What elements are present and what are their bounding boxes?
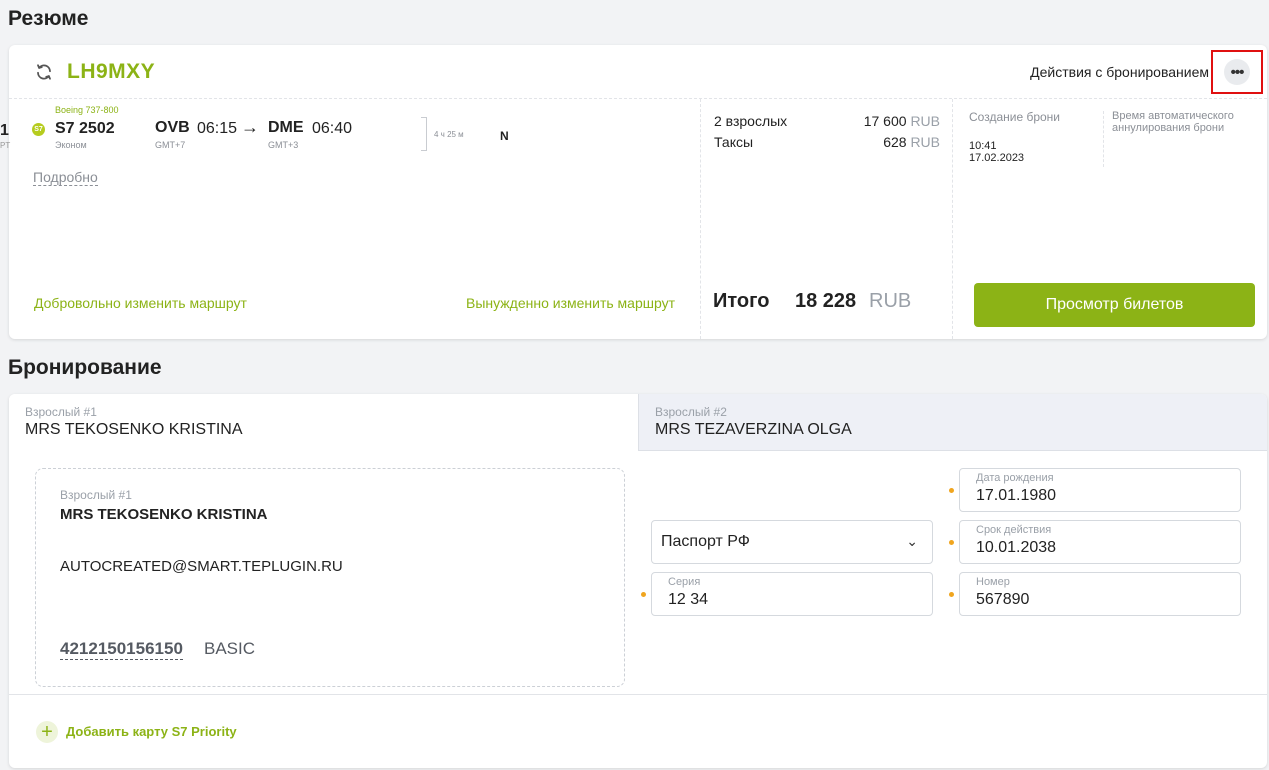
- forced-change-route-link[interactable]: Вынужденно изменить маршрут: [466, 295, 675, 311]
- flight-duration: 4 ч 25 м: [434, 130, 464, 139]
- price-row-taxes: Таксы 628 RUB: [714, 134, 940, 150]
- cabin-class: Эконом: [55, 140, 87, 150]
- birth-date-field[interactable]: Дата рождения 17.01.1980: [959, 468, 1241, 512]
- price-currency: RUB: [910, 134, 940, 150]
- field-value: 17.01.1980: [976, 487, 1057, 504]
- flight-number: S7 2502: [55, 120, 115, 137]
- tab-name: MRS TEKOSENKO KRISTINA: [25, 421, 243, 438]
- duration-bracket: [421, 117, 427, 151]
- field-label: Номер: [976, 576, 1010, 588]
- created-date: 17.02.2023: [969, 152, 1025, 164]
- booking-actions-label: Действия с бронированием: [1030, 64, 1209, 80]
- tab-label: Взрослый #2: [655, 405, 727, 419]
- document-number-field[interactable]: Номер 567890: [959, 572, 1241, 616]
- voluntary-change-route-link[interactable]: Добровольно изменить маршрут: [34, 295, 247, 311]
- autocancel-label: Время автоматического аннулирования брон…: [1112, 110, 1234, 134]
- passenger-label: Взрослый #1: [60, 488, 132, 502]
- arrival-airport: DME: [268, 119, 304, 136]
- passenger-info-box: Взрослый #1 MRS TEKOSENKO KRISTINA AUTOC…: [35, 468, 625, 687]
- passenger-email: AUTOCREATED@SMART.TEPLUGIN.RU: [60, 558, 343, 575]
- created-label: Создание брони: [969, 110, 1061, 124]
- departure-time: 06:15: [197, 120, 238, 137]
- refresh-icon[interactable]: [35, 63, 53, 81]
- fare-class: N: [500, 129, 509, 143]
- divider: [952, 99, 953, 339]
- booking-card: Взрослый #1 MRS TEKOSENKO KRISTINA Взрос…: [9, 394, 1267, 768]
- field-label: Дата рождения: [976, 472, 1054, 484]
- tab-passenger-1[interactable]: Взрослый #1 MRS TEKOSENKO KRISTINA: [9, 394, 638, 451]
- passenger-name: MRS TEKOSENKO KRISTINA: [60, 506, 268, 523]
- add-loyalty-card-button[interactable]: Добавить карту S7 Priority: [66, 724, 237, 739]
- booking-title: Бронирование: [8, 356, 162, 379]
- document-series-field[interactable]: Серия 12 34: [651, 572, 933, 616]
- departure-airport: OVB: [155, 119, 190, 136]
- highlight-box: [1211, 50, 1263, 94]
- departure-timezone: GMT+7: [155, 140, 186, 150]
- booking-pnr: LH9MXY: [67, 60, 156, 83]
- price-label: 2 взрослых: [714, 113, 788, 129]
- document-type-select[interactable]: Паспорт РФ ⌄: [651, 520, 933, 564]
- tab-passenger-2[interactable]: Взрослый #2 MRS TEZAVERZINA OLGA: [638, 394, 1267, 451]
- summary-title: Резюме: [8, 7, 89, 30]
- plus-icon[interactable]: +: [36, 721, 58, 743]
- price-currency: RUB: [910, 113, 940, 129]
- field-value: 12 34: [668, 591, 709, 608]
- divider: [9, 694, 1267, 695]
- loyalty-number-link[interactable]: 4212150156150: [60, 639, 183, 660]
- price-amount: 17 600: [863, 113, 907, 129]
- arrow-right-icon: →: [241, 117, 259, 137]
- total-value: 18 228: [795, 290, 857, 312]
- field-label: Серия: [668, 576, 701, 588]
- field-value: 567890: [976, 591, 1030, 608]
- summary-header: LH9MXY Действия с бронированием •••: [9, 45, 1267, 99]
- previous-segment-partial-sub: PT: [0, 141, 11, 150]
- price-row-adults: 2 взрослых 17 600 RUB: [714, 113, 940, 129]
- field-value: 10.01.2038: [976, 539, 1057, 556]
- required-dot: [641, 592, 646, 597]
- field-label: Срок действия: [976, 524, 1052, 536]
- created-time: 10:41: [969, 140, 997, 152]
- total-currency: RUB: [869, 290, 912, 312]
- chevron-down-icon: ⌄: [906, 533, 918, 549]
- total-label: Итого: [713, 290, 770, 312]
- loyalty-tier: BASIC: [204, 639, 256, 658]
- tab-name: MRS TEZAVERZINA OLGA: [655, 421, 852, 438]
- arrival-time: 06:40: [312, 120, 353, 137]
- select-value: Паспорт РФ: [661, 533, 750, 550]
- arrival-timezone: GMT+3: [268, 140, 299, 150]
- aircraft-type: Boeing 737-800: [55, 105, 119, 115]
- view-tickets-button[interactable]: Просмотр билетов: [974, 283, 1255, 327]
- required-dot: [949, 592, 954, 597]
- tab-label: Взрослый #1: [25, 405, 97, 419]
- expiry-date-field[interactable]: Срок действия 10.01.2038: [959, 520, 1241, 564]
- details-link[interactable]: Подробно: [33, 169, 98, 186]
- divider: [1103, 111, 1104, 167]
- price-amount: 628: [883, 134, 907, 150]
- summary-card: LH9MXY Действия с бронированием ••• 1 PT…: [0, 45, 1267, 339]
- required-dot: [949, 488, 954, 493]
- price-label: Таксы: [714, 134, 754, 150]
- divider: [700, 99, 701, 339]
- previous-segment-partial: 1: [0, 122, 9, 139]
- required-dot: [949, 540, 954, 545]
- airline-logo-icon: S7: [32, 123, 45, 136]
